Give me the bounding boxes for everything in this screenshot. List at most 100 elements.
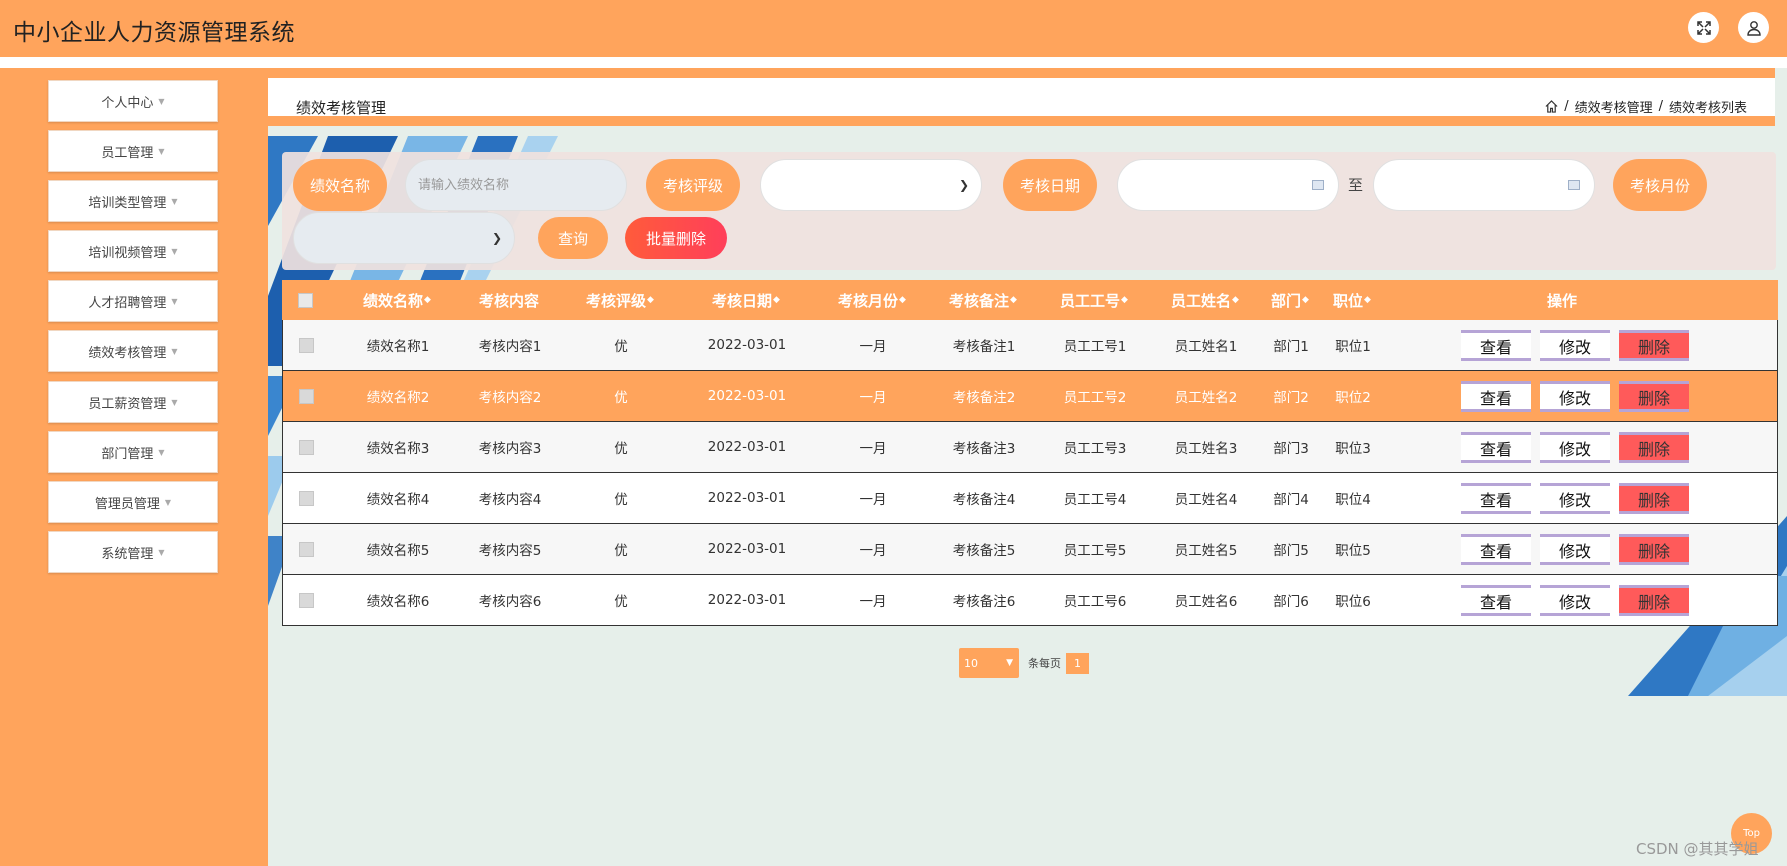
per-page-label: 条每页 — [1028, 657, 1061, 670]
name-search-input[interactable] — [406, 160, 626, 210]
cell-dept: 部门2 — [1273, 390, 1309, 406]
sidebar-item-administrators[interactable]: 管理员管理 ▼ — [48, 481, 218, 523]
date-to-field[interactable] — [1373, 159, 1595, 211]
row-checkbox[interactable] — [298, 490, 314, 506]
sidebar-item-performance[interactable]: 绩效考核管理 ▼ — [48, 330, 218, 372]
sort-icon: ◆ — [1232, 295, 1239, 305]
sidebar-item-system[interactable]: 系统管理 ▼ — [48, 531, 218, 573]
name-search-field[interactable] — [405, 159, 627, 211]
home-icon[interactable] — [1545, 100, 1558, 113]
sidebar-item-recruitment[interactable]: 人才招聘管理 ▼ — [48, 280, 218, 322]
column-header-name[interactable]: 绩效名称 ◆ — [342, 280, 452, 320]
column-header-dept[interactable]: 部门 ◆ — [1260, 280, 1320, 320]
table-row[interactable]: 绩效名称4 考核内容4 优 2022-03-01 一月 考核备注4 员工工号4 … — [282, 473, 1778, 524]
table-row[interactable]: 绩效名称3 考核内容3 优 2022-03-01 一月 考核备注3 员工工号3 … — [282, 422, 1778, 473]
column-header-remark[interactable]: 考核备注 ◆ — [928, 280, 1038, 320]
cell-emp-name: 员工姓名6 — [1174, 594, 1238, 610]
cell-emp-no: 员工工号3 — [1063, 441, 1127, 457]
view-button[interactable]: 查看 — [1461, 330, 1531, 361]
edit-button[interactable]: 修改 — [1540, 585, 1610, 616]
name-filter-label: 绩效名称 — [293, 159, 387, 211]
cell-dept: 部门1 — [1273, 339, 1309, 355]
cell-month: 一月 — [859, 441, 887, 457]
row-checkbox[interactable] — [298, 337, 314, 353]
cell-position: 职位1 — [1335, 339, 1371, 355]
cell-name: 绩效名称6 — [366, 594, 430, 610]
sidebar-item-label: 管理员管理 — [94, 496, 160, 512]
page-size-select[interactable]: 10 ▼ — [959, 648, 1019, 678]
caret-down-icon: ▼ — [164, 497, 172, 507]
view-button[interactable]: 查看 — [1461, 534, 1531, 565]
cell-dept: 部门3 — [1273, 441, 1309, 457]
calendar-icon[interactable] — [1312, 180, 1324, 190]
select-all-checkbox[interactable] — [297, 292, 313, 308]
table-row[interactable]: 绩效名称1 考核内容1 优 2022-03-01 一月 考核备注1 员工工号1 … — [282, 320, 1778, 371]
delete-button[interactable]: 删除 — [1619, 381, 1689, 412]
delete-button[interactable]: 删除 — [1619, 330, 1689, 361]
row-checkbox[interactable] — [298, 439, 314, 455]
top-header: 中小企业人力资源管理系统 — [0, 0, 1787, 57]
chevron-down-icon: ▼ — [1006, 658, 1013, 668]
column-header-grade[interactable]: 考核评级 ◆ — [565, 280, 675, 320]
cell-remark: 考核备注2 — [952, 390, 1016, 406]
edit-button[interactable]: 修改 — [1540, 381, 1610, 412]
view-button[interactable]: 查看 — [1461, 381, 1531, 412]
column-header-emp-name[interactable]: 员工姓名 ◆ — [1150, 280, 1260, 320]
sidebar-item-employees[interactable]: 员工管理 ▼ — [48, 130, 218, 172]
breadcrumb: / 绩效考核管理 / 绩效考核列表 — [1545, 97, 1747, 116]
edit-button[interactable]: 修改 — [1540, 534, 1610, 565]
batch-delete-button[interactable]: 批量删除 — [625, 217, 727, 259]
row-checkbox[interactable] — [298, 541, 314, 557]
caret-down-icon: ▼ — [158, 146, 165, 156]
grade-select[interactable]: ❯ — [760, 159, 982, 211]
delete-button[interactable]: 删除 — [1619, 534, 1689, 565]
view-button[interactable]: 查看 — [1461, 483, 1531, 514]
edit-button[interactable]: 修改 — [1540, 432, 1610, 463]
breadcrumb-item[interactable]: 绩效考核管理 — [1575, 97, 1653, 116]
page-number-button[interactable]: 1 — [1066, 652, 1089, 674]
query-button[interactable]: 查询 — [538, 217, 608, 259]
column-header-content: 考核内容 — [478, 291, 539, 310]
column-header-date[interactable]: 考核日期 ◆ — [676, 280, 816, 320]
sidebar-item-training-videos[interactable]: 培训视频管理 ▼ — [48, 230, 218, 272]
grade-filter-label: 考核评级 — [646, 159, 740, 211]
sort-icon: ◆ — [1364, 295, 1371, 305]
sidebar-item-training-types[interactable]: 培训类型管理 ▼ — [48, 180, 218, 222]
user-menu-button[interactable] — [1738, 12, 1769, 43]
table-row[interactable]: 绩效名称2 考核内容2 优 2022-03-01 一月 考核备注2 员工工号2 … — [282, 371, 1778, 422]
cell-month: 一月 — [859, 339, 887, 355]
row-checkbox[interactable] — [298, 592, 314, 608]
view-button[interactable]: 查看 — [1461, 585, 1531, 616]
delete-button[interactable]: 删除 — [1619, 432, 1689, 463]
cell-dept: 部门5 — [1273, 543, 1309, 559]
column-header-emp-no[interactable]: 员工工号 ◆ — [1039, 280, 1149, 320]
delete-button[interactable]: 删除 — [1619, 483, 1689, 514]
calendar-icon[interactable] — [1568, 180, 1580, 190]
date-range-separator: 至 — [1348, 176, 1364, 194]
sidebar-item-personal-center[interactable]: 个人中心 ▼ — [48, 80, 218, 122]
cell-month: 一月 — [859, 543, 887, 559]
month-select[interactable]: ❯ — [293, 212, 515, 264]
view-button[interactable]: 查看 — [1461, 432, 1531, 463]
breadcrumb-separator: / — [1658, 99, 1663, 114]
date-from-field[interactable] — [1117, 159, 1339, 211]
fullscreen-button[interactable] — [1688, 12, 1719, 43]
cell-date: 2022-03-01 — [707, 337, 787, 353]
cell-content: 考核内容6 — [478, 594, 542, 610]
column-header-position[interactable]: 职位 ◆ — [1322, 280, 1382, 320]
column-header-month[interactable]: 考核月份 ◆ — [817, 280, 927, 320]
edit-button[interactable]: 修改 — [1540, 483, 1610, 514]
caret-down-icon: ▼ — [171, 296, 178, 306]
cell-name: 绩效名称5 — [366, 543, 430, 559]
sidebar-item-salary[interactable]: 员工薪资管理 ▼ — [48, 381, 218, 423]
cell-date: 2022-03-01 — [707, 541, 787, 557]
table-row[interactable]: 绩效名称5 考核内容5 优 2022-03-01 一月 考核备注5 员工工号5 … — [282, 524, 1778, 575]
edit-button[interactable]: 修改 — [1540, 330, 1610, 361]
row-checkbox[interactable] — [298, 388, 314, 404]
table-row[interactable]: 绩效名称6 考核内容6 优 2022-03-01 一月 考核备注6 员工工号6 … — [282, 575, 1778, 626]
sidebar-item-departments[interactable]: 部门管理 ▼ — [48, 431, 218, 473]
sidebar-item-label: 个人中心 — [101, 95, 154, 111]
delete-button[interactable]: 删除 — [1619, 585, 1689, 616]
sort-icon: ◆ — [773, 295, 780, 305]
cell-date: 2022-03-01 — [707, 592, 787, 608]
